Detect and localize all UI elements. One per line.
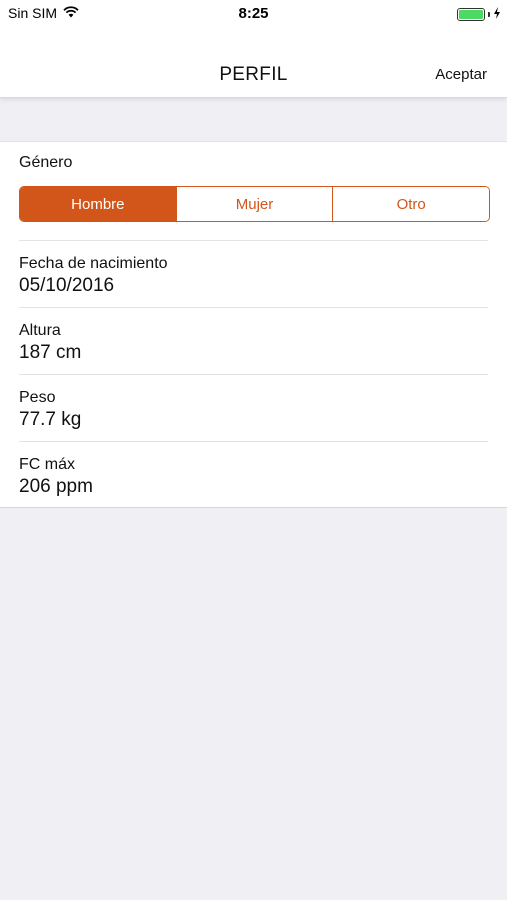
birthdate-value: 05/10/2016 <box>19 275 115 296</box>
max-heart-rate-value: 206 ppm <box>19 476 93 497</box>
max-heart-rate-row[interactable]: FC máx 206 ppm <box>19 441 488 508</box>
birthdate-row[interactable]: Fecha de nacimiento 05/10/2016 <box>19 240 488 307</box>
status-time: 8:25 <box>238 5 269 22</box>
battery-tip <box>488 11 490 17</box>
weight-label: Peso <box>19 389 56 406</box>
profile-form: Género Hombre Mujer Otro Fecha de nacimi… <box>0 141 507 508</box>
battery-icon <box>457 7 485 21</box>
status-right <box>457 6 501 22</box>
bolt-icon <box>493 6 501 22</box>
birthdate-label: Fecha de nacimiento <box>19 255 168 272</box>
page-title: PERFIL <box>219 64 288 85</box>
weight-value: 77.7 kg <box>19 409 82 430</box>
height-label: Altura <box>19 322 61 339</box>
gender-option-hombre[interactable]: Hombre <box>20 187 176 221</box>
max-heart-rate-label: FC máx <box>19 456 75 473</box>
status-bar: Sin SIM 8:25 <box>0 0 507 28</box>
accept-button[interactable]: Aceptar <box>435 66 487 83</box>
height-row[interactable]: Altura 187 cm <box>19 307 488 374</box>
gender-label: Género <box>19 154 73 171</box>
gender-option-mujer[interactable]: Mujer <box>175 187 333 221</box>
gender-segmented-control: Hombre Mujer Otro <box>19 186 490 222</box>
gender-option-otro[interactable]: Otro <box>332 187 489 221</box>
navigation-bar: PERFIL Aceptar <box>0 28 507 98</box>
height-value: 187 cm <box>19 342 82 363</box>
weight-row[interactable]: Peso 77.7 kg <box>19 374 488 441</box>
